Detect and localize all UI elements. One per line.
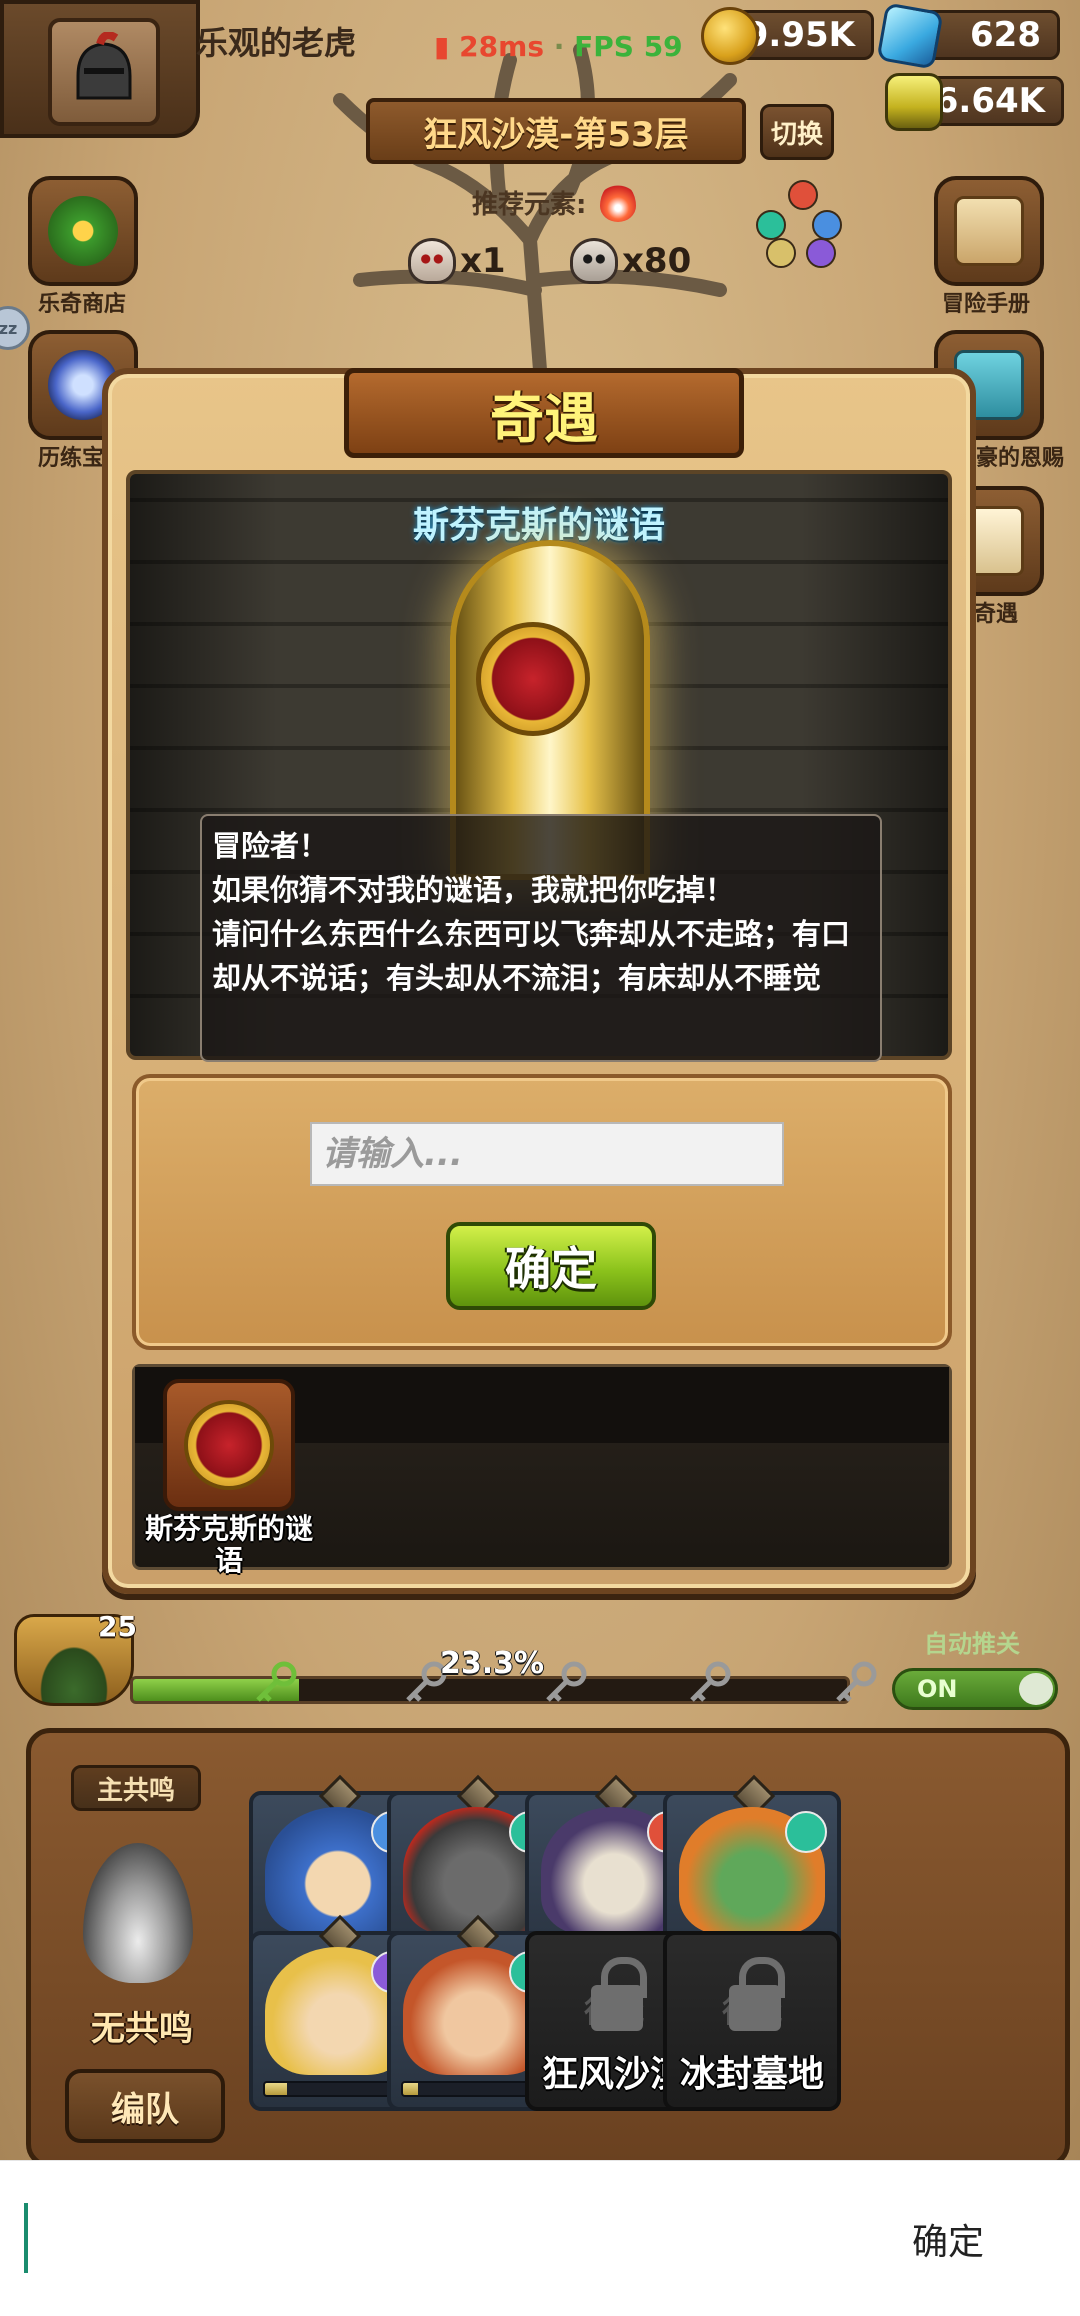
- auto-advance-label: 自动推关: [924, 1630, 1020, 1658]
- element-wheel-icon: [756, 180, 848, 270]
- avatar[interactable]: [48, 18, 160, 126]
- gem-value: 628: [970, 15, 1041, 55]
- recommend-element-label: 推荐元素:: [472, 190, 587, 220]
- status-separator: ·: [553, 30, 565, 63]
- encounter-label: 奇遇: [974, 602, 1019, 627]
- answer-panel: 确定: [132, 1074, 952, 1350]
- encounter-item-sphinx[interactable]: [163, 1379, 295, 1511]
- toggle-state: ON: [917, 1675, 958, 1703]
- monster-count-value: x80: [622, 241, 692, 281]
- encounter-item-label: 斯芬克斯的谜语: [144, 1512, 313, 1577]
- team-panel: 主共鸣 无共鸣 编队 待战狂风沙漠待战冰封墓地: [26, 1728, 1070, 2160]
- formation-button[interactable]: 编队: [65, 2069, 225, 2143]
- clover-icon: [48, 196, 118, 266]
- knight-helmet-icon: [76, 32, 132, 100]
- game-scene: 乐观的老虎 ▮ 28ms · FPS 59 39.95K 628 16.64K …: [0, 0, 1080, 2160]
- potion-counter[interactable]: 16.64K: [885, 73, 1064, 131]
- signal-icon: ▮: [434, 30, 450, 63]
- lock-icon: [729, 1957, 785, 2031]
- locked-slot-name: 冰封墓地: [679, 2054, 824, 2095]
- answer-input[interactable]: [310, 1122, 784, 1186]
- elite-skull-icon: [408, 238, 456, 284]
- stage-title: 狂风沙漠-第53层: [366, 98, 746, 164]
- coin-icon: [701, 7, 759, 65]
- sphinx-emblem-icon: [476, 622, 590, 736]
- key-icon: [546, 1661, 587, 1702]
- player-name: 乐观的老虎: [196, 24, 357, 62]
- auto-advance-toggle[interactable]: ON: [892, 1668, 1058, 1710]
- handbook-label: 冒险手册: [942, 292, 1031, 317]
- elite-count: x1: [408, 238, 506, 284]
- network-status: ▮ 28ms · FPS 59: [434, 30, 683, 63]
- modal-title: 奇遇: [490, 386, 598, 450]
- toggle-knob: [1019, 1673, 1053, 1705]
- trial-label: 历练宝: [38, 446, 105, 471]
- handbook-button[interactable]: [934, 176, 1044, 286]
- lock-icon: [591, 1957, 647, 2031]
- gem-icon: [876, 2, 944, 70]
- main-resonance-tag: 主共鸣: [71, 1765, 201, 1811]
- text-cursor[interactable]: [24, 2203, 28, 2273]
- resonance-status: 无共鸣: [91, 2009, 193, 2049]
- riddle-text: 冒险者！ 如果你猜不对我的谜语，我就把你吃掉！ 请问什么东西什么东西可以飞奔却从…: [212, 829, 851, 995]
- encounter-modal: 奇遇 斯芬克斯的谜语 冒险者！ 如果你猜不对我的谜语，我就把你吃掉！ 请问什么东…: [102, 368, 976, 1594]
- elite-count-value: x1: [460, 241, 506, 281]
- wind-element-icon: [785, 1811, 827, 1853]
- modal-title-ribbon: 奇遇: [344, 368, 744, 458]
- progress-percent: 23.3%: [440, 1646, 545, 1681]
- key-icon: [690, 1661, 731, 1702]
- ping-value: 28ms: [459, 30, 544, 63]
- confirm-answer-button[interactable]: 确定: [446, 1222, 656, 1310]
- monster-count: x80: [570, 238, 691, 284]
- sleep-zz-badge[interactable]: zz: [0, 306, 30, 350]
- fps-value: FPS 59: [574, 30, 683, 63]
- potion-icon: [885, 73, 943, 131]
- zz-badge-text: zz: [0, 318, 18, 338]
- resonance-flame-icon[interactable]: [83, 1843, 193, 1983]
- keyboard-input-bar: 确定: [0, 2160, 1080, 2316]
- chest-count: 25: [98, 1610, 137, 1643]
- encounter-item-strip: 斯芬克斯的谜语: [132, 1364, 952, 1577]
- monster-skull-icon: [570, 238, 618, 284]
- player-avatar-frame[interactable]: [0, 0, 200, 138]
- shop-button[interactable]: [28, 176, 138, 286]
- scroll-icon: [954, 196, 1024, 266]
- fire-element-icon: [600, 182, 636, 222]
- switch-stage-button[interactable]: 切换: [760, 104, 834, 160]
- shop-label: 乐奇商店: [38, 292, 127, 317]
- riddle-text-box: 冒险者！ 如果你猜不对我的谜语，我就把你吃掉！ 请问什么东西什么东西可以飞奔却从…: [200, 814, 882, 1062]
- reward-label: 豪的恩赐: [976, 446, 1065, 471]
- key-icon: [836, 1661, 877, 1702]
- gem-counter[interactable]: 628: [876, 2, 1060, 70]
- locked-hero-slot[interactable]: 待战冰封墓地: [663, 1931, 841, 2111]
- gold-counter[interactable]: 39.95K: [701, 7, 874, 65]
- key-icon: [256, 1661, 297, 1702]
- sphinx-emblem-icon: [184, 1400, 274, 1490]
- ime-confirm-button[interactable]: 确定: [878, 2201, 1018, 2277]
